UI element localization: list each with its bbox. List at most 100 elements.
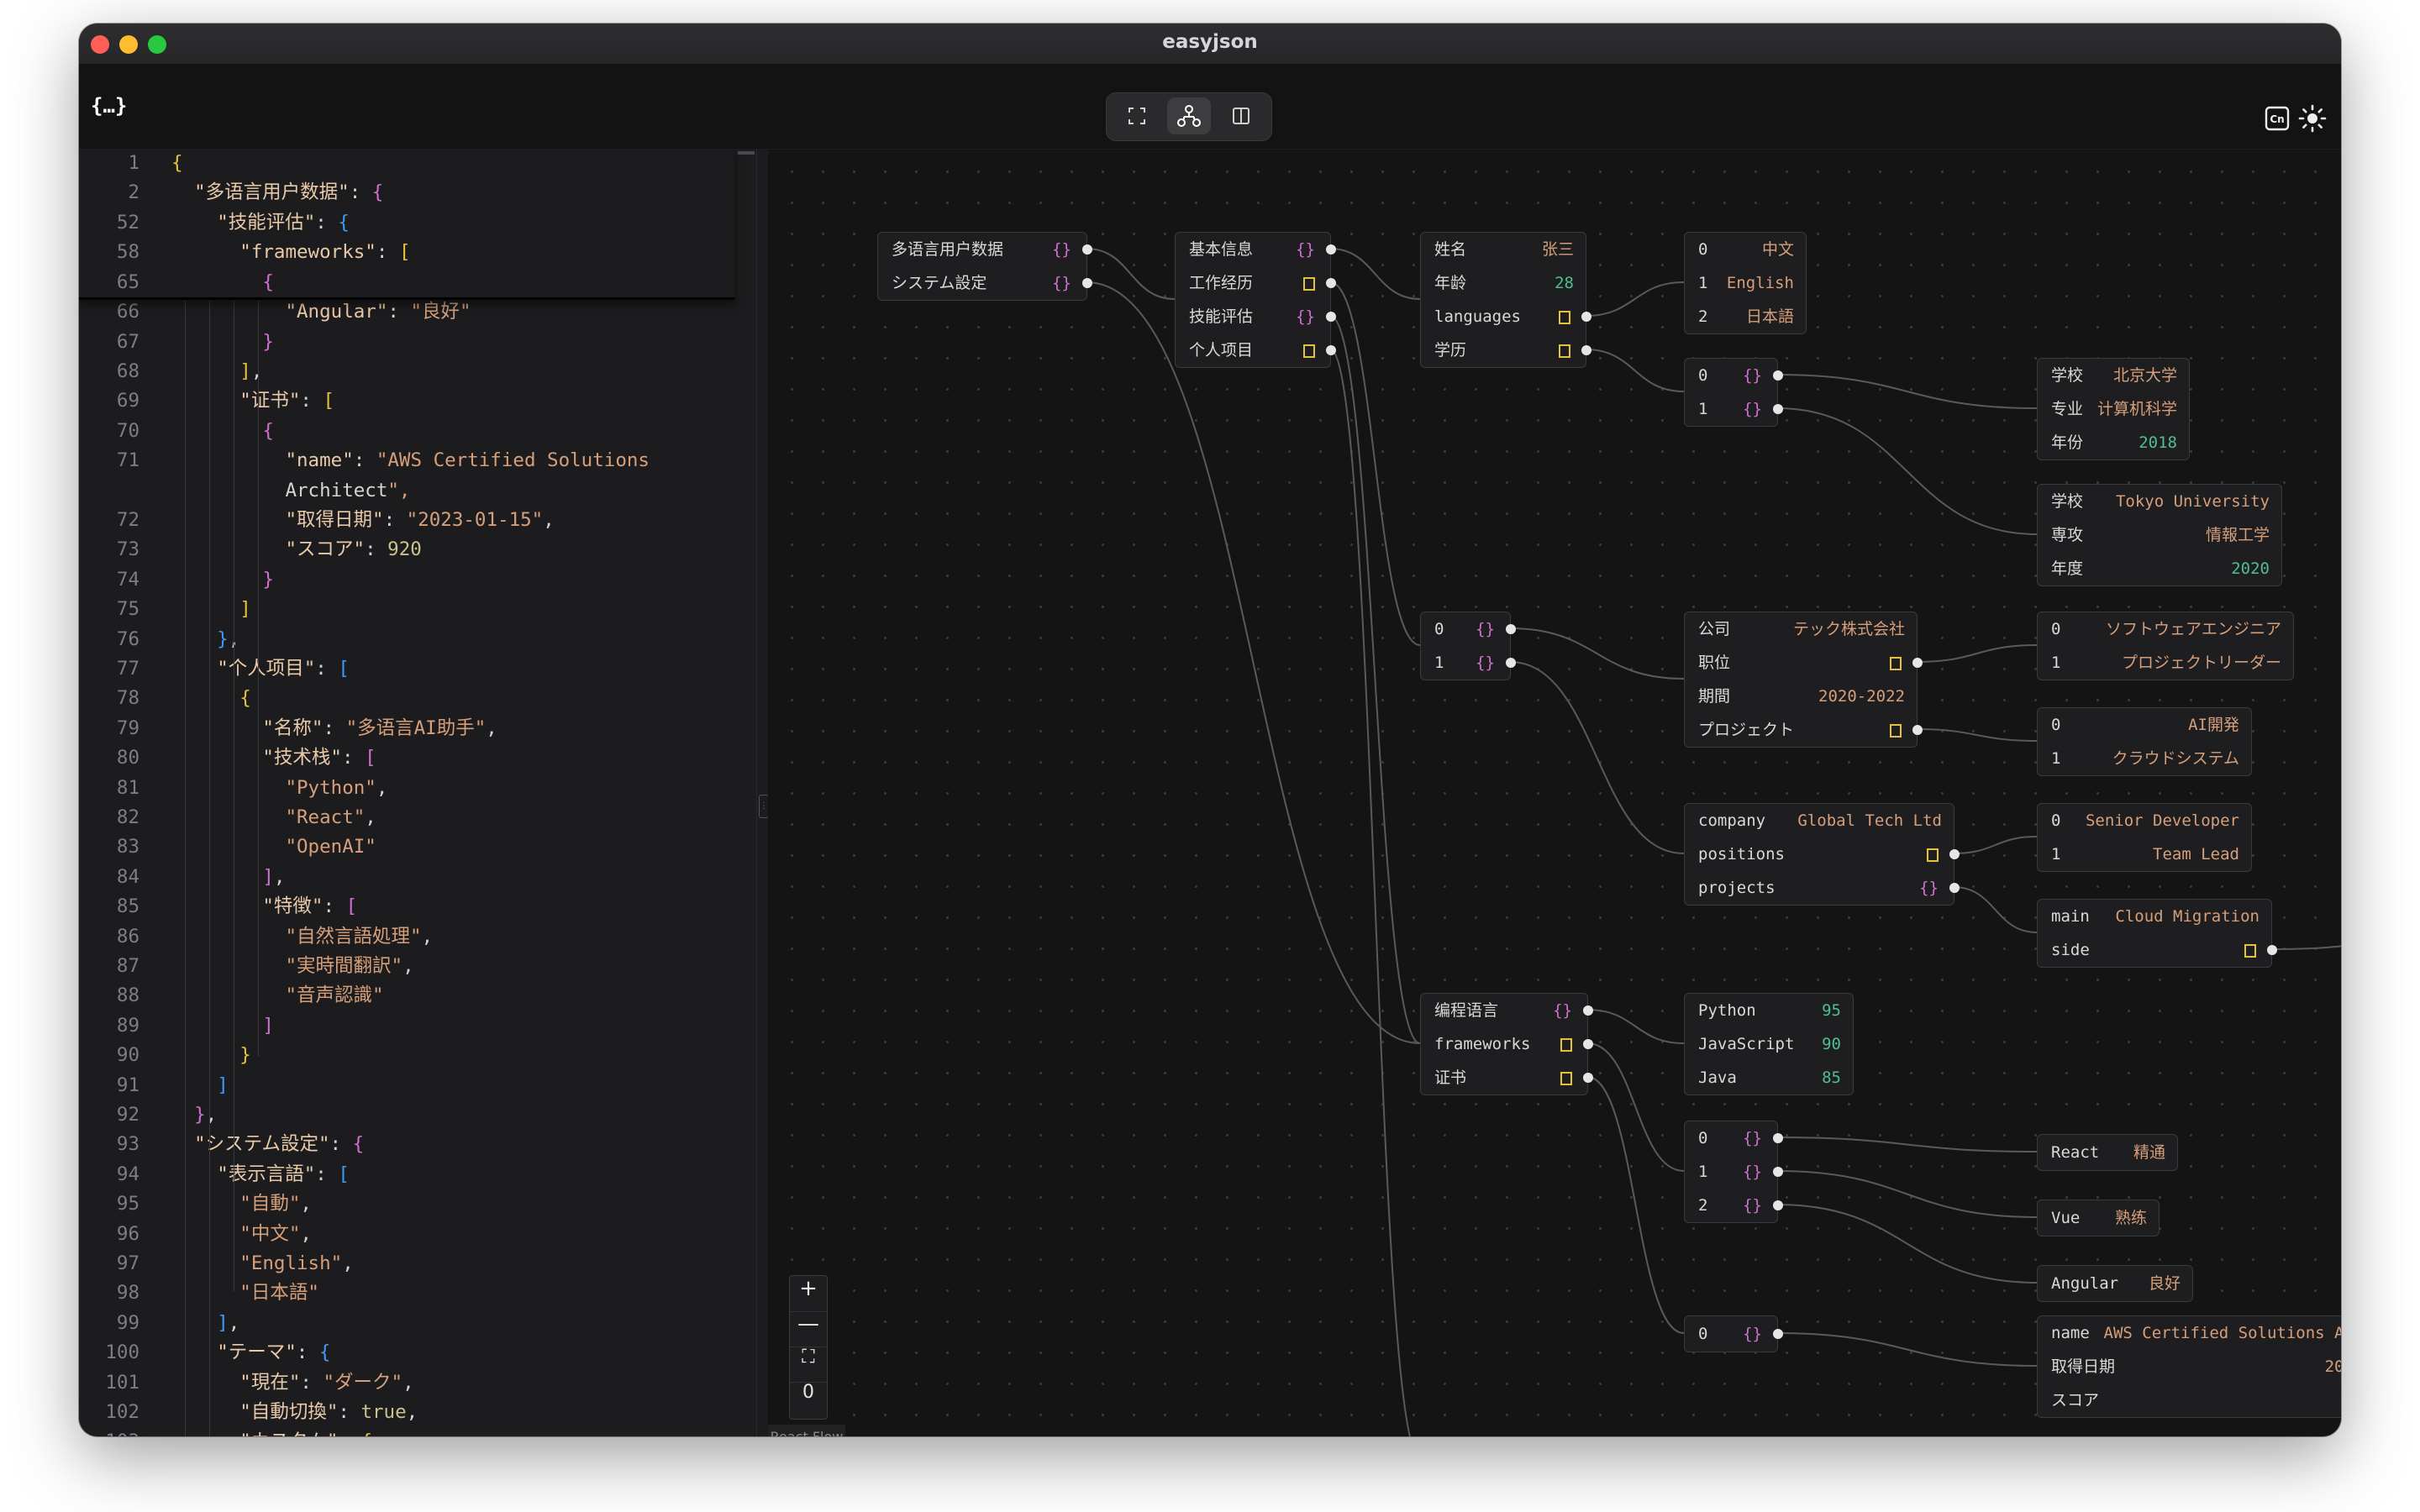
- code-line[interactable]: 102 "自動切換": true,: [79, 1397, 751, 1427]
- graph-node-work1[interactable]: company Global Tech Ltd positions projects {…: [1684, 803, 1960, 906]
- code-line[interactable]: 89 ]: [79, 1011, 751, 1041]
- graph-node-pos0[interactable]: 0 ソフトウェアエンジニア 1 プロジェクトリーダー: [2037, 612, 2294, 680]
- code-line[interactable]: 86 "自然言語処理",: [79, 921, 751, 952]
- edge-handle[interactable]: [1326, 312, 1336, 322]
- code-line[interactable]: 92 },: [79, 1100, 751, 1130]
- graph-node-edu[interactable]: 0 {} 1 {}: [1684, 358, 1783, 427]
- code-line[interactable]: 74 }: [79, 564, 751, 595]
- graph-node-langs[interactable]: 0 中文 1 English 2 日本語: [1684, 232, 1807, 334]
- code-line[interactable]: 94 "表示言語": [: [79, 1159, 751, 1189]
- code-line[interactable]: 79 "名称": "多语言AI助手",: [79, 713, 751, 743]
- graph-node-proj0[interactable]: 0 AI開発 1 クラウドシステム: [2037, 707, 2252, 776]
- code-line[interactable]: 68 ],: [79, 356, 751, 386]
- graph-node-fw1[interactable]: Vue 熟练: [2037, 1200, 2160, 1236]
- edge-handle[interactable]: [1773, 1200, 1783, 1210]
- graph-node-edu0[interactable]: 学校 北京大学 专业 计算机科学 年份 2018: [2037, 358, 2190, 460]
- graph-node-root[interactable]: 多语言用户数据 {} システム設定 {}: [877, 232, 1092, 301]
- edge-handle[interactable]: [1326, 244, 1336, 255]
- code-line[interactable]: 96 "中文",: [79, 1219, 751, 1249]
- code-line[interactable]: 65 {: [79, 267, 734, 297]
- edge-handle[interactable]: [1949, 883, 1960, 893]
- code-line[interactable]: 58 "frameworks": [: [79, 237, 734, 267]
- scrollbar-indicator[interactable]: [738, 151, 755, 155]
- graph-node-skills[interactable]: 编程语言 {} frameworks 证书: [1420, 993, 1593, 1095]
- code-line[interactable]: 71 "name": "AWS Certified Solutions: [79, 445, 751, 475]
- code-line[interactable]: 80 "技术栈": [: [79, 743, 751, 773]
- code-line[interactable]: 70 {: [79, 416, 751, 446]
- zoom-in-button[interactable]: +: [790, 1276, 827, 1312]
- code-line[interactable]: 67 }: [79, 327, 751, 357]
- code-line[interactable]: 1{: [79, 150, 734, 178]
- code-line[interactable]: 98 "日本語": [79, 1278, 751, 1308]
- code-line[interactable]: 97 "English",: [79, 1248, 751, 1278]
- code-line[interactable]: 103 "カスタム": {: [79, 1426, 751, 1436]
- edge-handle[interactable]: [1326, 345, 1336, 355]
- code-line[interactable]: Architect",: [79, 475, 751, 506]
- code-line[interactable]: 87 "実時間翻訳",: [79, 951, 751, 981]
- edge-handle[interactable]: [1581, 312, 1591, 322]
- graph-node-cert0[interactable]: name AWS Certified Solutions Architect 取得日…: [2037, 1315, 2341, 1418]
- code-line[interactable]: 84 ],: [79, 862, 751, 892]
- edge-handle[interactable]: [1506, 624, 1516, 634]
- edge-handle[interactable]: [1773, 370, 1783, 381]
- zoom-out-button[interactable]: —: [790, 1311, 827, 1347]
- graph-node-basic[interactable]: 姓名 张三 年龄 28 languages 学历: [1420, 232, 1591, 368]
- code-line[interactable]: 78 {: [79, 683, 751, 713]
- fit-view-button[interactable]: ⛶: [790, 1347, 827, 1383]
- edge-handle[interactable]: [1082, 278, 1092, 288]
- graph-node-fw2[interactable]: Angular 良好: [2037, 1265, 2193, 1302]
- code-line[interactable]: 72 "取得日期": "2023-01-15",: [79, 505, 751, 535]
- graph-canvas[interactable]: 多语言用户数据 {} システム設定 {} 基本信息 {} 工作经历 技能评估 {} 个人项目 姓名 张…: [768, 150, 2341, 1436]
- edge-handle[interactable]: [1583, 1073, 1593, 1083]
- edge-handle[interactable]: [1773, 404, 1783, 414]
- code-line[interactable]: 2 "多语言用户数据": {: [79, 177, 734, 207]
- sun-icon[interactable]: [2297, 103, 2328, 134]
- graph-node-certs[interactable]: 0 {}: [1684, 1315, 1783, 1352]
- edge-handle[interactable]: [1912, 658, 1923, 668]
- code-line[interactable]: 83 "OpenAI": [79, 832, 751, 862]
- edge-handle[interactable]: [1581, 345, 1591, 355]
- code-line[interactable]: 88 "音声認識": [79, 980, 751, 1011]
- language-icon[interactable]: Cn: [2262, 103, 2292, 134]
- edge-handle[interactable]: [1773, 1167, 1783, 1177]
- graph-icon[interactable]: [1167, 97, 1211, 134]
- code-line[interactable]: 85 "特徴": [: [79, 891, 751, 921]
- edge-handle[interactable]: [2267, 945, 2277, 955]
- code-line[interactable]: 90 }: [79, 1040, 751, 1070]
- graph-node-user[interactable]: 基本信息 {} 工作经历 技能评估 {} 个人项目: [1175, 232, 1336, 368]
- code-line[interactable]: 73 "スコア": 920: [79, 534, 751, 564]
- code-line[interactable]: 77 "个人项目": [: [79, 654, 751, 684]
- json-editor[interactable]: 66 "Angular": "良好" 67 } 68 ], 69 "证书": [70 …: [79, 150, 756, 1436]
- edge-handle[interactable]: [1583, 1039, 1593, 1049]
- code-line[interactable]: 69 "证书": [: [79, 386, 751, 416]
- code-line[interactable]: 81 "Python",: [79, 773, 751, 803]
- fullscreen-icon[interactable]: [1115, 97, 1159, 134]
- split-view-icon[interactable]: [1219, 97, 1263, 134]
- graph-node-fw0[interactable]: React 精通: [2037, 1134, 2178, 1171]
- code-line[interactable]: 99 ],: [79, 1308, 751, 1338]
- edge-handle[interactable]: [1773, 1133, 1783, 1143]
- edge-handle[interactable]: [1912, 725, 1923, 735]
- edge-handle[interactable]: [1583, 1005, 1593, 1016]
- edge-handle[interactable]: [1326, 278, 1336, 288]
- code-line[interactable]: 100 "テーマ": {: [79, 1337, 751, 1368]
- graph-node-work[interactable]: 0 {} 1 {}: [1420, 612, 1516, 680]
- code-line[interactable]: 75 ]: [79, 594, 751, 624]
- edge-handle[interactable]: [1082, 244, 1092, 255]
- edge-handle[interactable]: [1949, 849, 1960, 859]
- code-line[interactable]: 95 "自動",: [79, 1189, 751, 1219]
- edge-handle[interactable]: [1773, 1329, 1783, 1339]
- lock-button[interactable]: 0: [790, 1382, 827, 1417]
- graph-node-proj1[interactable]: main Cloud Migration side: [2037, 899, 2277, 968]
- code-line[interactable]: 66 "Angular": "良好": [79, 297, 751, 327]
- graph-node-work0[interactable]: 公司 テック株式会社 职位 期間 2020-2022 プロジェクト: [1684, 612, 1923, 748]
- code-line[interactable]: 93 "システム設定": {: [79, 1129, 751, 1159]
- pane-splitter[interactable]: ⋮: [756, 150, 769, 1436]
- graph-node-pos1[interactable]: 0 Senior Developer 1 Team Lead: [2037, 803, 2252, 872]
- code-line[interactable]: 52 "技能评估": {: [79, 207, 734, 238]
- code-line[interactable]: 101 "現在": "ダーク",: [79, 1368, 751, 1398]
- code-line[interactable]: 82 "React",: [79, 802, 751, 832]
- edge-handle[interactable]: [1506, 658, 1516, 668]
- react-flow-attribution[interactable]: React Flow: [768, 1425, 845, 1436]
- code-line[interactable]: 91 ]: [79, 1070, 751, 1100]
